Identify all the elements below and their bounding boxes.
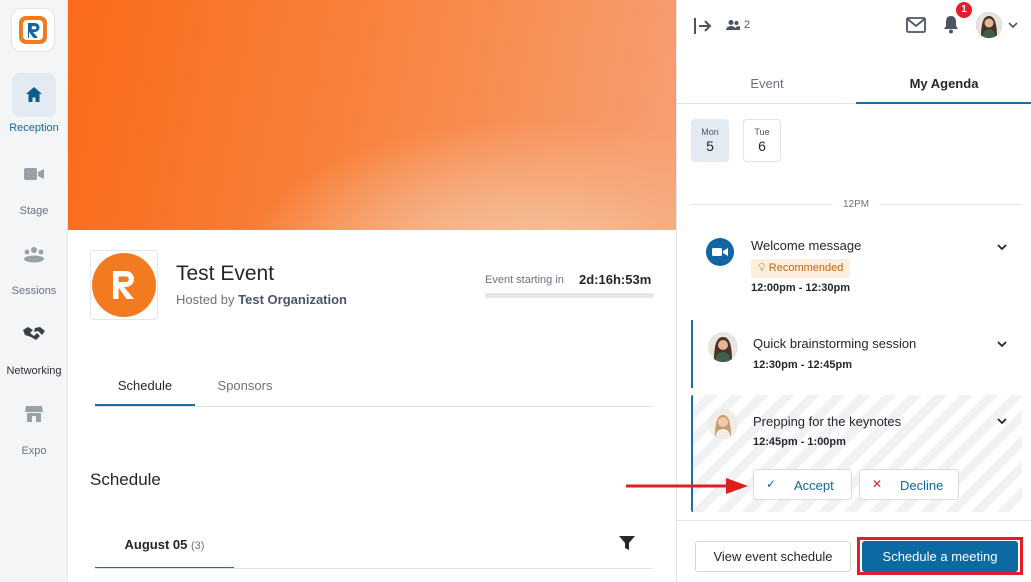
host-avatar: [708, 332, 738, 362]
mail-icon[interactable]: [906, 17, 926, 33]
chevron-down-icon[interactable]: [996, 338, 1008, 350]
decline-button[interactable]: ✕ Decline: [859, 469, 959, 500]
countdown-progress-bar: [485, 293, 654, 298]
video-camera-icon: [706, 238, 734, 266]
nav-item-stage[interactable]: Stage: [0, 152, 68, 217]
notification-badge: 1: [956, 2, 972, 18]
host-avatar: [708, 409, 738, 439]
collapse-panel-icon[interactable]: [693, 17, 713, 35]
agenda-item-time: 12:45pm - 1:00pm: [753, 436, 846, 448]
brand-r-icon: [113, 271, 134, 299]
accept-button[interactable]: ✓ Accept: [753, 469, 852, 500]
time-marker: 12PM: [833, 199, 880, 210]
annotation-arrow: [626, 478, 748, 494]
day-selector-tue[interactable]: Tue 6: [743, 119, 781, 162]
home-icon: [12, 73, 56, 117]
agenda-item-title: Quick brainstorming session: [753, 336, 917, 351]
tab-my-agenda[interactable]: My Agenda: [856, 62, 1031, 104]
tab-sponsors[interactable]: Sponsors: [195, 364, 295, 406]
organization-name[interactable]: Test Organization: [238, 292, 347, 307]
app: Reception Stage Sessions Networking Expo: [0, 0, 1031, 582]
nav-item-networking[interactable]: Networking: [0, 312, 68, 377]
nav-label: Sessions: [11, 285, 57, 297]
day-selector-mon[interactable]: Mon 5: [691, 119, 729, 162]
date-tab-count: (3): [191, 540, 205, 552]
handshake-icon: [12, 312, 56, 356]
nav-item-sessions[interactable]: Sessions: [0, 232, 68, 297]
event-banner: [68, 0, 676, 230]
bell-icon[interactable]: [943, 15, 959, 34]
tab-schedule[interactable]: Schedule: [95, 364, 195, 406]
nav-label: Stage: [19, 205, 49, 217]
day-name: Tue: [754, 127, 770, 137]
filter-icon[interactable]: [618, 534, 636, 552]
lightbulb-icon: 💡︎: [758, 262, 766, 274]
event-title: Test Event: [176, 262, 275, 285]
day-name: Mon: [701, 127, 719, 137]
agenda-item-time: 12:00pm - 12:30pm: [751, 282, 851, 294]
agenda-item-welcome[interactable]: Welcome message 💡︎ Recommended 12:00pm -…: [691, 224, 1022, 304]
nav-item-reception[interactable]: Reception: [0, 73, 68, 134]
attendee-count: 2: [744, 19, 751, 31]
divider: [677, 520, 1031, 521]
accept-label: Accept: [794, 478, 834, 493]
app-logo[interactable]: [11, 8, 55, 52]
day-number: 5: [706, 138, 714, 154]
left-navigation: Reception Stage Sessions Networking Expo: [0, 0, 68, 582]
logo-icon: [19, 16, 47, 44]
date-tab-august-05[interactable]: August 05 (3): [95, 525, 234, 569]
agenda-item-title: Prepping for the keynotes: [753, 414, 902, 429]
countdown-label: Event starting in: [485, 274, 564, 286]
day-number: 6: [758, 138, 766, 154]
people-group-icon: [12, 232, 56, 276]
user-avatar[interactable]: [976, 12, 1002, 38]
agenda-item-title: Welcome message: [751, 238, 862, 253]
attendees-icon[interactable]: [726, 19, 740, 31]
chevron-down-icon[interactable]: [996, 415, 1008, 427]
nav-label: Networking: [6, 365, 62, 377]
agenda-item-time: 12:30pm - 12:45pm: [753, 359, 853, 371]
storefront-icon: [12, 392, 56, 436]
tab-event[interactable]: Event: [679, 62, 855, 104]
recommended-badge: 💡︎ Recommended: [751, 259, 851, 278]
agenda-item-brainstorming[interactable]: Quick brainstorming session 12:30pm - 12…: [691, 320, 1022, 388]
schedule-meeting-button[interactable]: Schedule a meeting: [862, 541, 1018, 572]
nav-item-expo[interactable]: Expo: [0, 392, 68, 457]
hosted-by-label: Hosted by: [176, 292, 235, 307]
decline-label: Decline: [900, 478, 944, 493]
recommended-label: Recommended: [768, 262, 844, 274]
nav-label: Expo: [21, 445, 47, 457]
date-tab-label: August 05: [124, 537, 188, 552]
nav-label: Reception: [9, 122, 59, 134]
panel-tabs: Event My Agenda: [677, 62, 1031, 104]
chevron-down-icon[interactable]: [1008, 22, 1018, 29]
chevron-down-icon[interactable]: [996, 241, 1008, 253]
event-host: Hosted by Test Organization: [176, 292, 347, 307]
event-tabs: Schedule Sponsors: [95, 364, 653, 407]
countdown-value: 2d:16h:53m: [579, 272, 652, 287]
main-content: Test Event Hosted by Test Organization E…: [68, 0, 676, 582]
close-icon: ✕: [872, 477, 883, 491]
view-event-schedule-button[interactable]: View event schedule: [695, 541, 851, 572]
checkmark-icon: ✓: [766, 477, 777, 491]
divider: [95, 568, 653, 569]
video-camera-icon: [12, 152, 56, 196]
organization-logo: [90, 250, 158, 320]
schedule-heading: Schedule: [90, 470, 161, 489]
